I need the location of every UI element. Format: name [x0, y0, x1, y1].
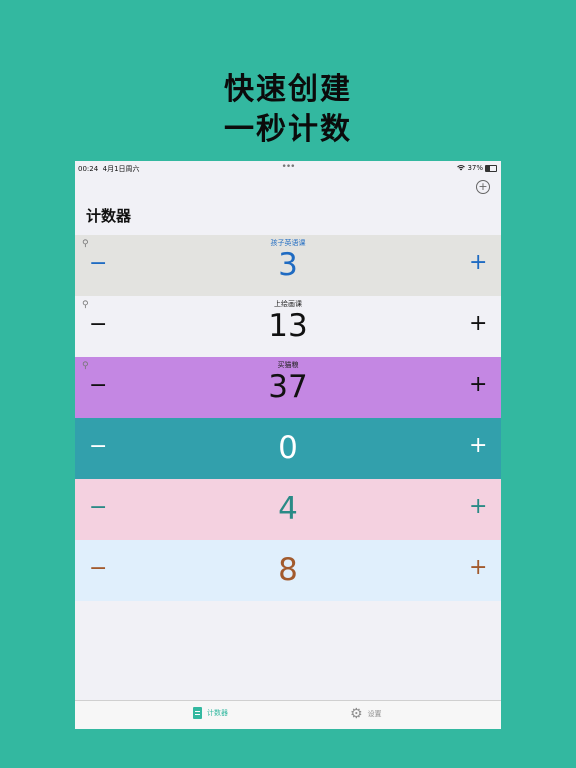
- status-date: 4月1日周六: [102, 165, 140, 173]
- status-time: 00:24: [78, 165, 99, 173]
- document-icon: [193, 707, 202, 719]
- status-bar: 00:24 4月1日周六 ••• 37%: [75, 161, 501, 175]
- tab-settings-label: 设置: [367, 710, 382, 718]
- status-indicators: 37%: [457, 164, 497, 172]
- tab-settings[interactable]: ⚙ 设置: [350, 707, 382, 721]
- plus-circle-icon[interactable]: +: [476, 180, 490, 194]
- headline-line-2: 一秒计数: [224, 112, 352, 147]
- counter-value: 4: [278, 491, 298, 527]
- wifi-icon: [457, 165, 466, 171]
- counter-row[interactable]: ⚲ 买猫粮 −37 +: [75, 357, 501, 418]
- increment-button[interactable]: +: [469, 252, 487, 274]
- battery-percent: 37%: [467, 164, 483, 172]
- counter-row[interactable]: ⚲ 上绘画课 −13 +: [75, 296, 501, 357]
- increment-button[interactable]: +: [469, 313, 487, 335]
- counter-value: 3: [278, 247, 298, 283]
- counter-value: 13: [268, 308, 308, 344]
- counter-row[interactable]: ⚲ 孩子英语课 −3 +: [75, 235, 501, 296]
- battery-icon: [485, 164, 497, 172]
- counter-value: 37: [268, 369, 308, 405]
- status-time-date: 00:24 4月1日周六: [78, 164, 140, 174]
- counter-value: 8: [278, 552, 298, 588]
- increment-button[interactable]: +: [469, 435, 487, 457]
- increment-button[interactable]: +: [469, 557, 487, 579]
- counter-row[interactable]: −0 +: [75, 418, 501, 479]
- counter-row[interactable]: −8 +: [75, 540, 501, 601]
- increment-button[interactable]: +: [469, 496, 487, 518]
- counter-row[interactable]: −4 +: [75, 479, 501, 540]
- tab-counter-label: 计数器: [207, 709, 228, 717]
- gear-icon: ⚙: [350, 706, 363, 722]
- increment-button[interactable]: +: [469, 374, 487, 396]
- tab-bar: 计数器 ⚙ 设置: [75, 700, 501, 729]
- tab-counter[interactable]: 计数器: [193, 707, 228, 719]
- page-title: 计数器: [86, 207, 132, 225]
- headline-line-1: 快速创建: [224, 72, 352, 107]
- app-screen: 00:24 4月1日周六 ••• 37% + 计数器 ⚲ 孩子英语课 −3 + ⚲ 上绘画…: [75, 161, 501, 729]
- counter-value: 0: [278, 430, 298, 466]
- multitasking-dots[interactable]: •••: [282, 162, 296, 172]
